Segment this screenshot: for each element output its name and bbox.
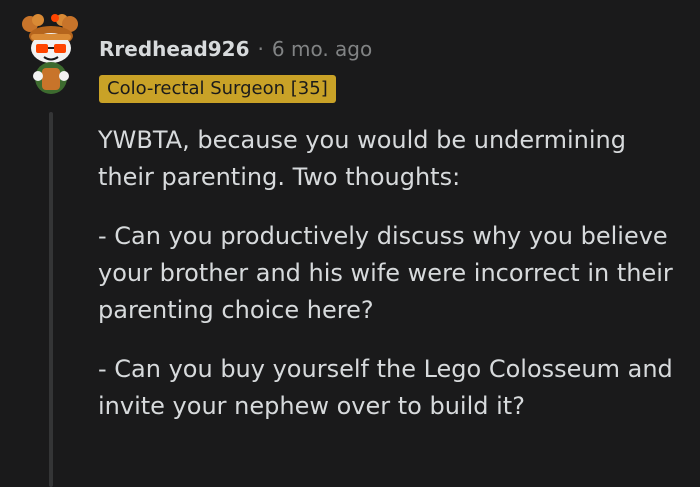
username-link[interactable]: Rredhead926 [99, 37, 250, 61]
user-flair-badge: Colo-rectal Surgeon [35] [99, 75, 336, 103]
user-avatar-icon[interactable] [18, 14, 84, 100]
comment-paragraph: - Can you productively discuss why you b… [98, 222, 673, 324]
comment-paragraph: YWBTA, because you would be undermining … [98, 126, 626, 191]
comment-paragraph: - Can you buy yourself the Lego Colosseu… [98, 355, 673, 420]
thread-collapse-line[interactable] [49, 112, 53, 487]
comment-timestamp[interactable]: 6 mo. ago [272, 37, 372, 61]
comment: Rredhead926 · 6 mo. ago Colo-rectal Surg… [0, 0, 700, 487]
comment-body: YWBTA, because you would be undermining … [98, 122, 688, 447]
meta-separator: · [257, 37, 264, 61]
comment-meta: Rredhead926 · 6 mo. ago [99, 34, 372, 64]
